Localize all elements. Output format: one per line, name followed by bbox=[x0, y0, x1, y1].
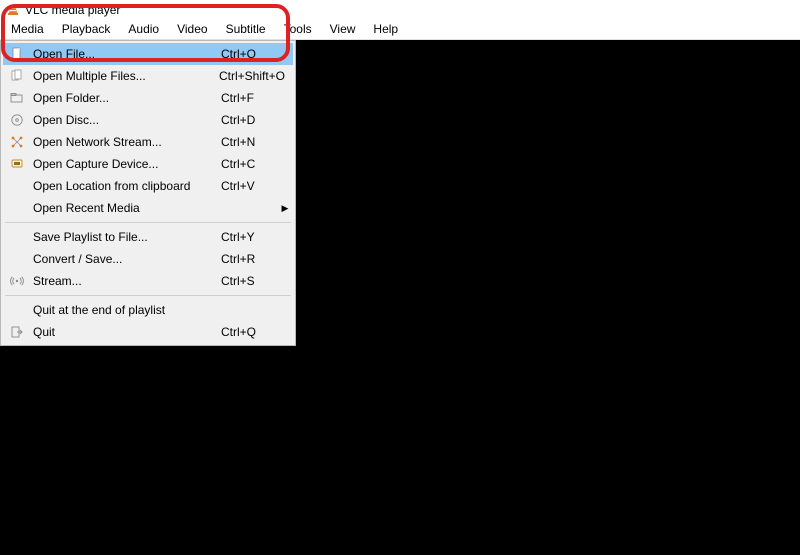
menu-item-label: Open Multiple Files... bbox=[33, 69, 219, 83]
menu-item-label: Open Disc... bbox=[33, 113, 221, 127]
menu-item-shortcut: Ctrl+V bbox=[221, 179, 293, 193]
menu-video[interactable]: Video bbox=[168, 20, 216, 38]
menu-item-open-multiple-files[interactable]: Open Multiple Files...Ctrl+Shift+O bbox=[3, 65, 293, 87]
menu-item-shortcut: Ctrl+F bbox=[221, 91, 293, 105]
blank-icon bbox=[7, 302, 27, 318]
menu-separator bbox=[5, 222, 291, 223]
menu-item-label: Quit at the end of playlist bbox=[33, 303, 221, 317]
menu-item-shortcut: Ctrl+N bbox=[221, 135, 293, 149]
menu-item-label: Stream... bbox=[33, 274, 221, 288]
menu-item-open-capture-device[interactable]: Open Capture Device...Ctrl+C bbox=[3, 153, 293, 175]
menu-item-open-disc[interactable]: Open Disc...Ctrl+D bbox=[3, 109, 293, 131]
window-title: VLC media player bbox=[25, 3, 120, 17]
menu-item-open-recent-media[interactable]: Open Recent Media▶ bbox=[3, 197, 293, 219]
disc-icon bbox=[7, 112, 27, 128]
menu-item-shortcut: Ctrl+D bbox=[221, 113, 293, 127]
vlc-app-icon bbox=[6, 3, 20, 17]
menu-item-label: Open Network Stream... bbox=[33, 135, 221, 149]
menu-item-open-folder[interactable]: Open Folder...Ctrl+F bbox=[3, 87, 293, 109]
menu-item-quit[interactable]: QuitCtrl+Q bbox=[3, 321, 293, 343]
menu-item-label: Open Location from clipboard bbox=[33, 179, 221, 193]
title-bar: VLC media player bbox=[0, 0, 800, 19]
menu-bar: Media Playback Audio Video Subtitle Tool… bbox=[0, 19, 800, 40]
blank-icon bbox=[7, 178, 27, 194]
blank-icon bbox=[7, 200, 27, 216]
menu-item-shortcut: Ctrl+R bbox=[221, 252, 293, 266]
menu-audio[interactable]: Audio bbox=[119, 20, 168, 38]
menu-item-label: Open File... bbox=[33, 47, 221, 61]
menu-item-shortcut: Ctrl+O bbox=[221, 47, 293, 61]
menu-item-stream[interactable]: Stream...Ctrl+S bbox=[3, 270, 293, 292]
blank-icon bbox=[7, 251, 27, 267]
media-dropdown-menu: Open File...Ctrl+OOpen Multiple Files...… bbox=[0, 40, 296, 346]
menu-item-label: Open Folder... bbox=[33, 91, 221, 105]
stream-icon bbox=[7, 273, 27, 289]
blank-icon bbox=[7, 229, 27, 245]
menu-tools[interactable]: Tools bbox=[275, 20, 321, 38]
menu-subtitle[interactable]: Subtitle bbox=[217, 20, 275, 38]
menu-separator bbox=[5, 295, 291, 296]
menu-item-shortcut: Ctrl+Shift+O bbox=[219, 69, 293, 83]
menu-item-shortcut: Ctrl+Y bbox=[221, 230, 293, 244]
menu-item-label: Save Playlist to File... bbox=[33, 230, 221, 244]
menu-item-save-playlist-to-file[interactable]: Save Playlist to File...Ctrl+Y bbox=[3, 226, 293, 248]
file-icon bbox=[7, 46, 27, 62]
files-icon bbox=[7, 68, 27, 84]
menu-item-label: Quit bbox=[33, 325, 221, 339]
folder-icon bbox=[7, 90, 27, 106]
menu-media[interactable]: Media bbox=[2, 20, 53, 38]
menu-item-open-file[interactable]: Open File...Ctrl+O bbox=[3, 43, 293, 65]
capture-icon bbox=[7, 156, 27, 172]
menu-item-quit-at-the-end-of-playlist[interactable]: Quit at the end of playlist bbox=[3, 299, 293, 321]
menu-item-convert-save[interactable]: Convert / Save...Ctrl+R bbox=[3, 248, 293, 270]
menu-view[interactable]: View bbox=[321, 20, 365, 38]
menu-item-shortcut: Ctrl+Q bbox=[221, 325, 293, 339]
quit-icon bbox=[7, 324, 27, 340]
menu-item-label: Convert / Save... bbox=[33, 252, 221, 266]
menu-item-label: Open Recent Media bbox=[33, 201, 277, 215]
menu-item-shortcut: Ctrl+C bbox=[221, 157, 293, 171]
menu-playback[interactable]: Playback bbox=[53, 20, 120, 38]
network-icon bbox=[7, 134, 27, 150]
menu-item-open-location-from-clipboard[interactable]: Open Location from clipboardCtrl+V bbox=[3, 175, 293, 197]
menu-item-label: Open Capture Device... bbox=[33, 157, 221, 171]
menu-item-open-network-stream[interactable]: Open Network Stream...Ctrl+N bbox=[3, 131, 293, 153]
submenu-arrow-icon: ▶ bbox=[277, 203, 293, 214]
menu-help[interactable]: Help bbox=[364, 20, 407, 38]
menu-item-shortcut: Ctrl+S bbox=[221, 274, 293, 288]
